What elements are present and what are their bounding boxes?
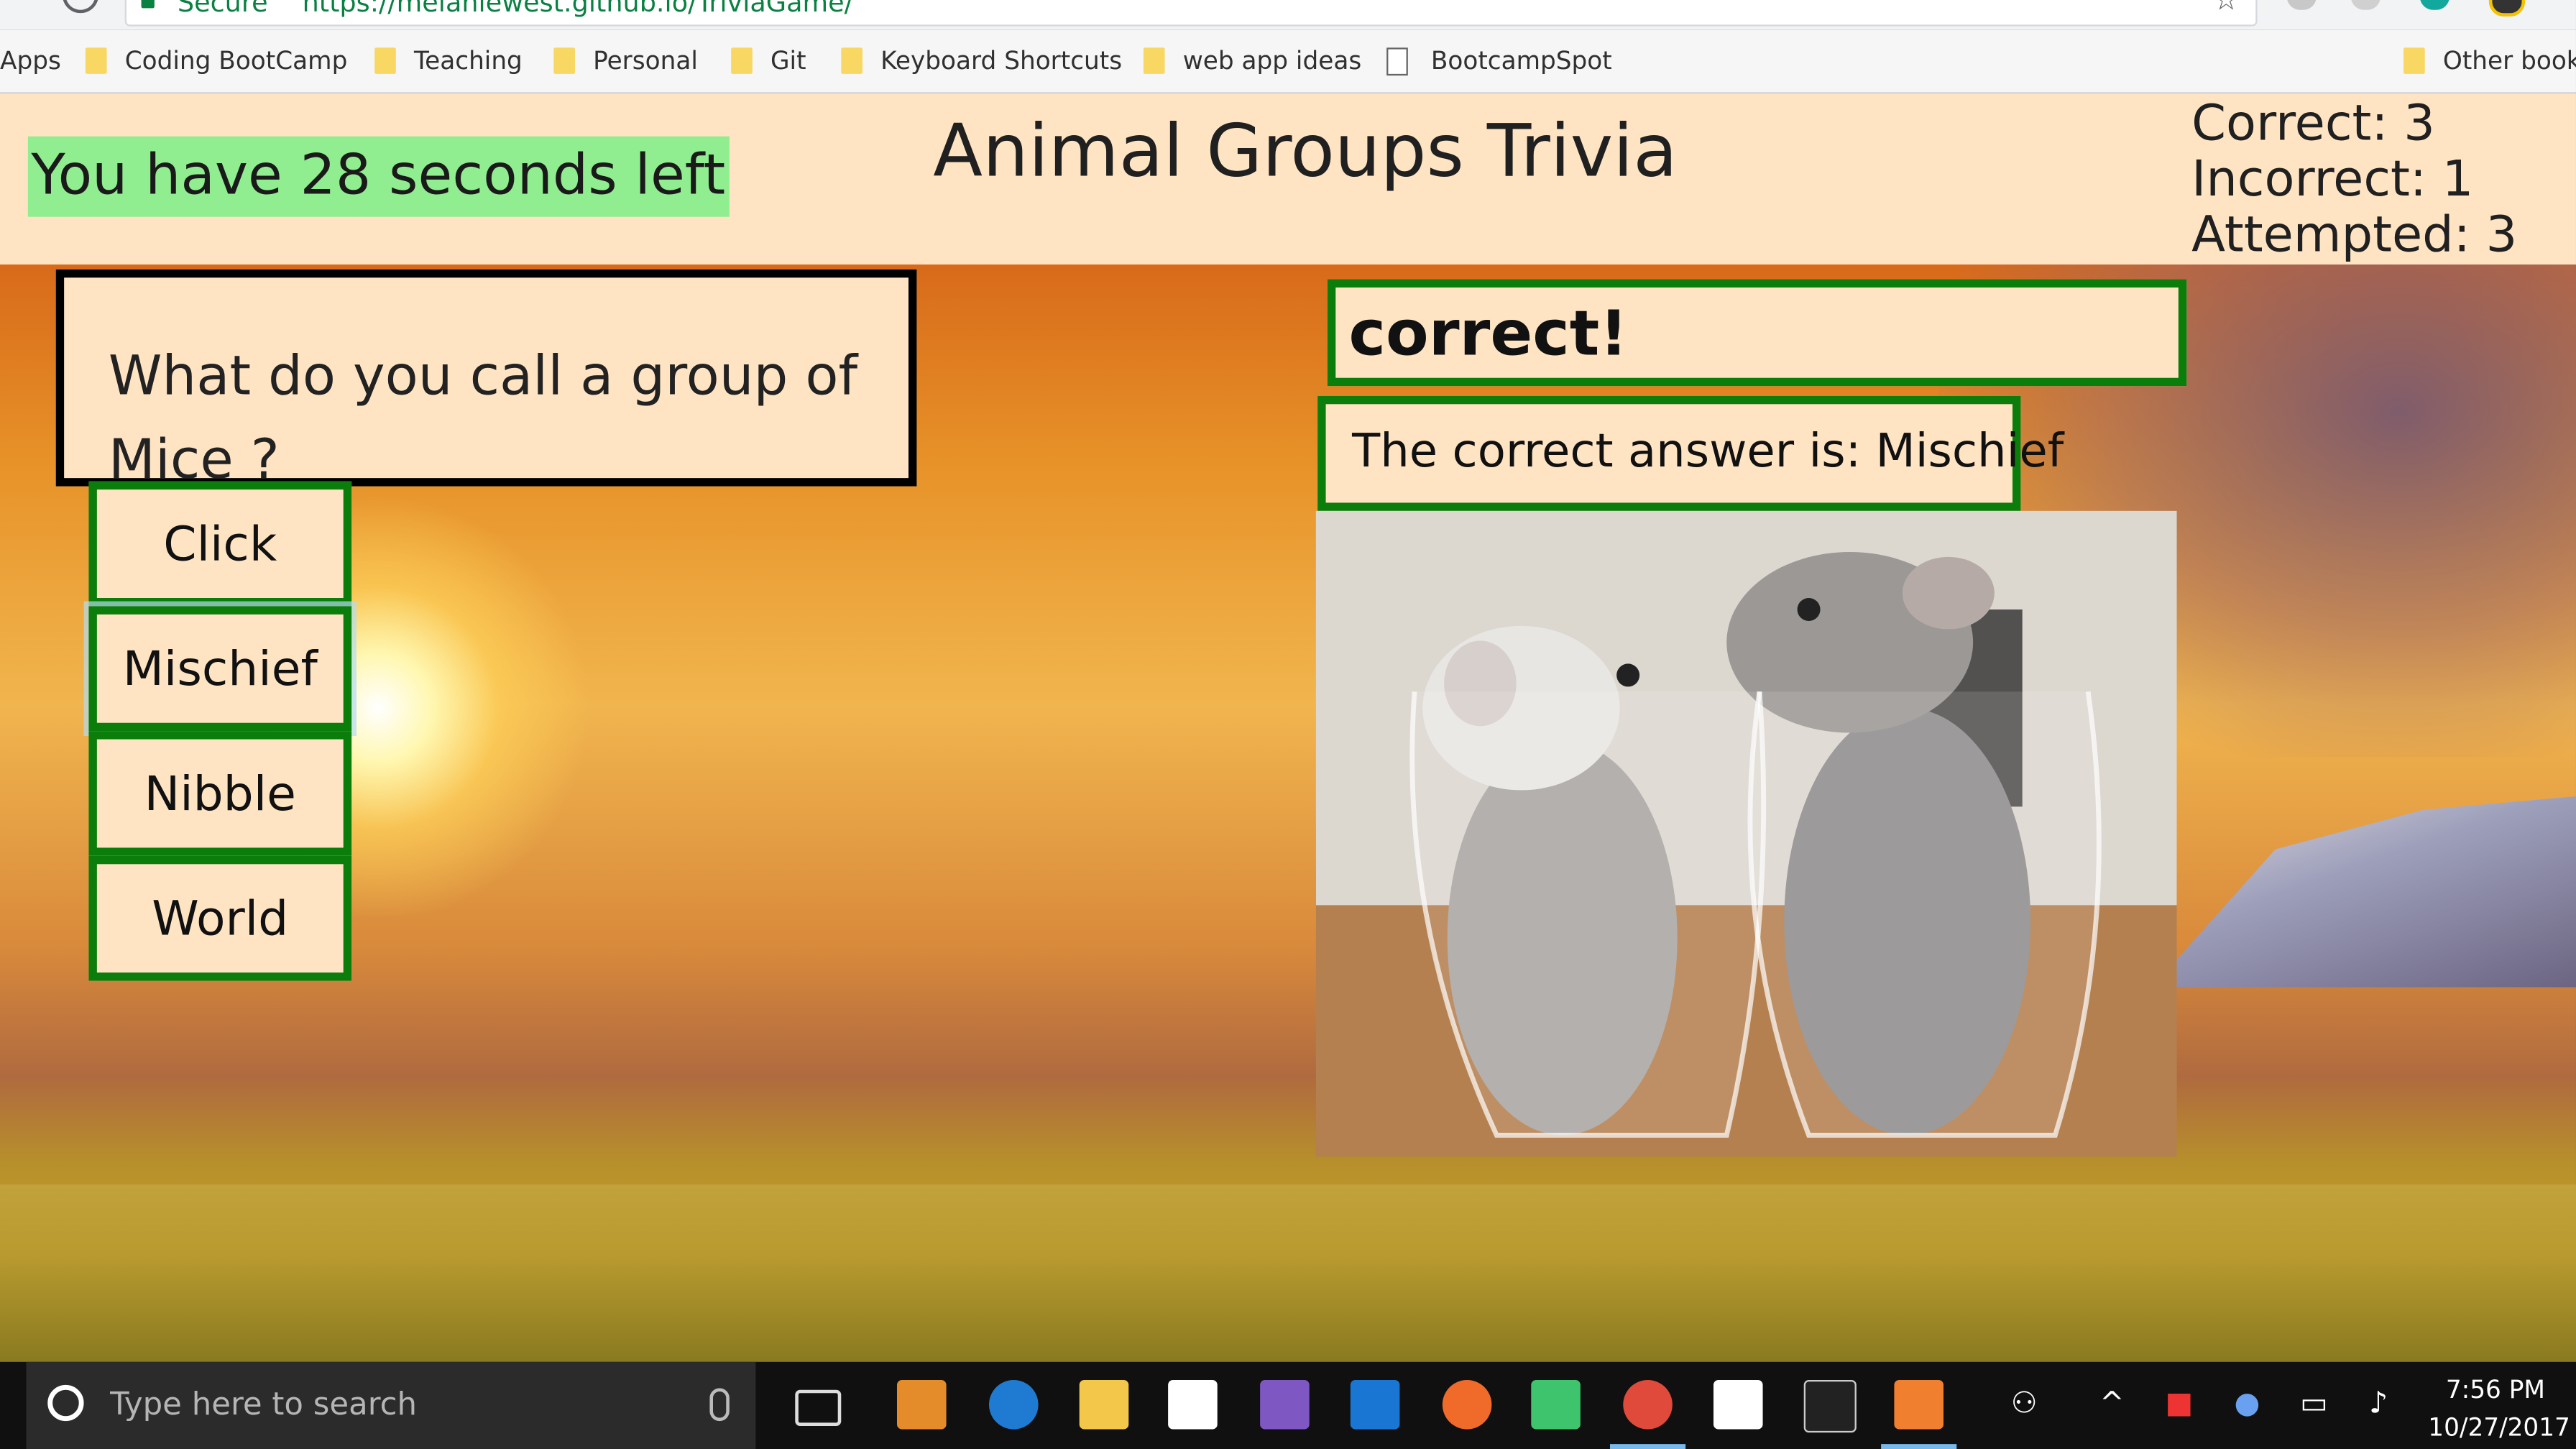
bookmark-coding-bootcamp[interactable]: Coding BootCamp: [85, 45, 348, 78]
incorrect-count: Incorrect: 1: [2191, 151, 2474, 209]
choice-button[interactable]: Nibble: [88, 731, 352, 856]
edge-icon[interactable]: [988, 1379, 1039, 1430]
bookmark-personal[interactable]: Personal: [553, 45, 698, 78]
taskbar: Type here to search ⚇ ^ ■ ● ▭ ♪ 7:56 PM …: [0, 1361, 2576, 1449]
page-icon: [1386, 47, 1408, 75]
chrome-icon[interactable]: [1609, 1379, 1686, 1449]
bookmark-label: web app ideas: [1182, 45, 1362, 76]
secure-label: Secure: [177, 0, 268, 19]
background-mountain: [2152, 790, 2576, 988]
bookmark-bootcampspot[interactable]: BootcampSpot: [1386, 45, 1612, 78]
search-placeholder[interactable]: Type here to search: [110, 1386, 417, 1422]
choice-button[interactable]: Mischief: [88, 606, 352, 732]
system-clock[interactable]: 7:56 PM 10/27/2017: [2428, 1372, 2570, 1448]
xampp-icon[interactable]: [1881, 1379, 1957, 1449]
background-field: [0, 1184, 2576, 1362]
clock-date: 10/27/2017: [2428, 1412, 2570, 1443]
reload-icon[interactable]: [62, 0, 99, 14]
extension-icon[interactable]: [2488, 0, 2526, 17]
mice-in-glasses-image: [1315, 510, 2177, 1157]
bookmark-keyboard-shortcuts[interactable]: Keyboard Shortcuts: [841, 45, 1122, 78]
bookmark-label: Teaching: [413, 45, 523, 76]
task-view-icon[interactable]: [795, 1389, 842, 1426]
bookmark-teaching[interactable]: Teaching: [374, 45, 523, 78]
bookmarks-bar: Apps Coding BootCamp Teaching Personal G…: [0, 29, 2576, 94]
folder-icon: [841, 47, 862, 74]
store-icon[interactable]: [1168, 1379, 1218, 1430]
mice-illustration: [1315, 510, 2177, 1157]
bookmark-web-app-ideas[interactable]: web app ideas: [1143, 45, 1362, 78]
correct-count: Correct: 3: [2191, 95, 2435, 153]
folder-icon: [2403, 47, 2425, 74]
volume-icon[interactable]: ♪: [2369, 1386, 2388, 1421]
onedrive-icon[interactable]: ●: [2235, 1386, 2260, 1421]
bookmark-label: BootcampSpot: [1430, 45, 1612, 76]
bookmark-star-icon[interactable]: ☆: [2213, 0, 2240, 18]
question-box: What do you call a group of Mice ?: [55, 269, 917, 487]
extension-icon[interactable]: [2286, 0, 2317, 10]
microphone-icon[interactable]: [709, 1388, 730, 1422]
bookmark-label: Keyboard Shortcuts: [880, 45, 1123, 76]
scoreboard: Correct: 3 Incorrect: 1 Attempted: 3: [2191, 95, 2518, 264]
mail-icon[interactable]: [1713, 1379, 1763, 1430]
cortana-icon[interactable]: [47, 1384, 84, 1422]
bookmark-label: Personal: [593, 45, 698, 76]
sublime-text-icon[interactable]: [896, 1379, 947, 1430]
question-text: What do you call a group of Mice ?: [108, 343, 858, 487]
bookmark-label: Apps: [0, 45, 61, 76]
folder-icon: [374, 47, 396, 74]
bookmark-apps[interactable]: Apps: [0, 45, 61, 78]
result-box: correct!: [1327, 279, 2187, 387]
browser-address-bar: Secure https://melaniewest.github.io/Tri…: [0, 0, 2576, 30]
clock-time: 7:56 PM: [2445, 1375, 2546, 1405]
page-title: Animal Groups Trivia: [933, 110, 1678, 194]
dropbox-icon[interactable]: ■: [2166, 1386, 2194, 1421]
folder-icon: [553, 47, 575, 74]
taskbar-search[interactable]: Type here to search: [26, 1361, 756, 1449]
attempted-count: Attempted: 3: [2191, 206, 2518, 264]
dev-tool-icon[interactable]: [1350, 1379, 1400, 1430]
battery-icon[interactable]: ▭: [2300, 1386, 2328, 1421]
result-text: correct!: [1348, 297, 1628, 370]
bookmark-git[interactable]: Git: [731, 45, 806, 78]
postman-icon[interactable]: [1442, 1379, 1492, 1430]
bookmark-label: Other book: [2442, 45, 2576, 76]
choice-button[interactable]: Click: [88, 481, 352, 607]
lock-icon: [141, 0, 155, 9]
folder-icon: [85, 47, 107, 74]
extension-icon[interactable]: [2419, 0, 2450, 10]
game-header: You have 28 seconds left Animal Groups T…: [0, 93, 2576, 264]
choice-button[interactable]: World: [88, 855, 352, 981]
slack-icon[interactable]: [1531, 1379, 1581, 1430]
answer-text: The correct answer is: Mischief: [1352, 423, 2064, 479]
bookmark-label: Coding BootCamp: [124, 45, 348, 76]
url-text[interactable]: https://melaniewest.github.io/TriviaGame…: [303, 0, 853, 18]
folder-icon: [731, 47, 753, 74]
bookmark-label: Git: [770, 45, 806, 76]
visual-studio-icon[interactable]: [1260, 1379, 1310, 1430]
answer-box: The correct answer is: Mischief: [1317, 395, 2064, 511]
timer-text: You have 28 seconds left: [27, 136, 729, 217]
folder-icon: [1143, 47, 1165, 74]
file-explorer-icon[interactable]: [1079, 1379, 1129, 1430]
terminal-icon[interactable]: [1803, 1379, 1857, 1433]
extension-icon[interactable]: [2350, 0, 2380, 10]
bookmark-other-bookmarks[interactable]: Other book: [2403, 45, 2576, 78]
chevron-up-icon[interactable]: ^: [2099, 1386, 2124, 1421]
people-icon[interactable]: ⚇: [2011, 1386, 2038, 1421]
game-area: What do you call a group of Mice ? Click…: [0, 264, 2576, 1362]
